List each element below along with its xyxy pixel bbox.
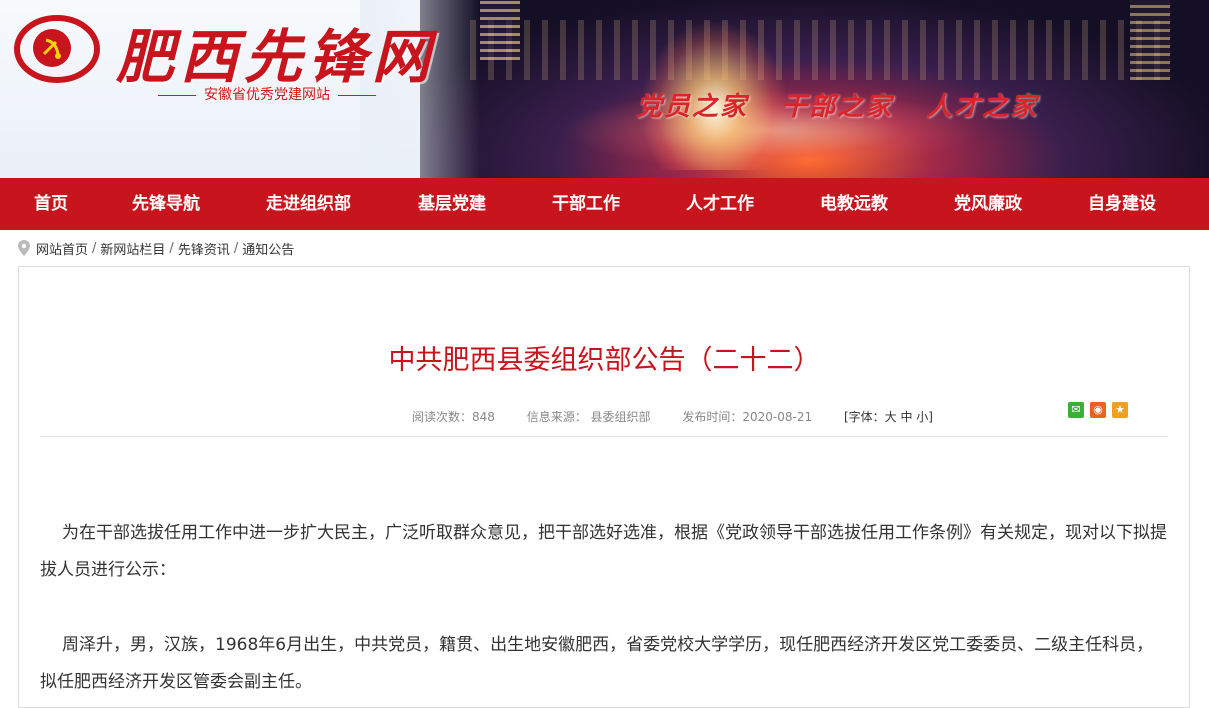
nav-item-home[interactable]: 首页 [34,178,68,230]
favorite-icon[interactable]: ★ [1112,402,1128,418]
nav-item-cadre-work[interactable]: 干部工作 [552,178,620,230]
location-pin-icon [18,240,30,256]
nav-item-pioneer-guide[interactable]: 先锋导航 [132,178,200,230]
breadcrumb-separator: / [92,240,97,256]
breadcrumb: 网站首页 / 新网站栏目 / 先锋资讯 / 通知公告 [18,238,294,258]
nav-item-organization[interactable]: 走进组织部 [266,178,351,230]
article-source: 信息来源： 县委组织部 [526,410,651,424]
nav-item-talent-work[interactable]: 人才工作 [686,178,754,230]
article-paragraph: 为在干部选拔任用工作中进一步扩大民主，广泛听取群众意见，把干部选好选准，根据《党… [40,523,1167,580]
breadcrumb-new-site-section[interactable]: 新网站栏目 [100,239,165,258]
breadcrumb-home[interactable]: 网站首页 [36,239,88,258]
slogan-item: 干部之家 [781,92,894,122]
banner-slogan: 党员之家 干部之家 人才之家 [636,86,1060,123]
banner-tower-right [1130,0,1170,80]
slogan-item: 人才之家 [926,92,1039,122]
site-banner: 肥西先锋网 安徽省优秀党建网站 党员之家 干部之家 人才之家 [0,0,1209,178]
nav-item-grassroots[interactable]: 基层党建 [418,178,486,230]
nav-item-remote-education[interactable]: 电教远教 [820,178,888,230]
banner-tower-left [480,0,520,60]
font-size-switcher[interactable]: [字体：大 中 小] [844,410,933,424]
view-count: 阅读次数：848 [412,410,495,424]
wechat-icon[interactable]: ✉ [1068,402,1084,418]
nav-item-integrity[interactable]: 党风廉政 [954,178,1022,230]
meta-divider [40,436,1168,437]
site-logo-title[interactable]: 肥西先锋网 [116,10,436,94]
nav-item-self-building[interactable]: 自身建设 [1088,178,1156,230]
article-paragraph: 周泽升，男，汉族，1968年6月出生，中共党员，籍贯、出生地安徽肥西，省委党校大… [40,635,1154,692]
slogan-item: 党员之家 [636,92,749,122]
weibo-icon[interactable]: ◉ [1090,402,1106,418]
breadcrumb-pioneer-news[interactable]: 先锋资讯 [178,239,230,258]
banner-building-lights [470,20,1170,80]
share-bar: ✉ ◉ ★ [1068,402,1134,418]
article-meta: 阅读次数：848 信息来源： 县委组织部 发布时间：2020-08-21 [字体… [412,408,933,425]
publish-date: 发布时间：2020-08-21 [682,410,813,424]
breadcrumb-notices[interactable]: 通知公告 [242,239,294,258]
party-emblem-logo[interactable] [14,14,100,84]
article-title: 中共肥西县委组织部公告（二十二） [388,345,821,376]
main-nav: 首页 先锋导航 走进组织部 基层党建 干部工作 人才工作 电教远教 党风廉政 自… [0,178,1209,230]
breadcrumb-separator: / [233,240,239,256]
breadcrumb-separator: / [169,240,174,256]
site-subtitle: 安徽省优秀党建网站 [150,84,384,104]
